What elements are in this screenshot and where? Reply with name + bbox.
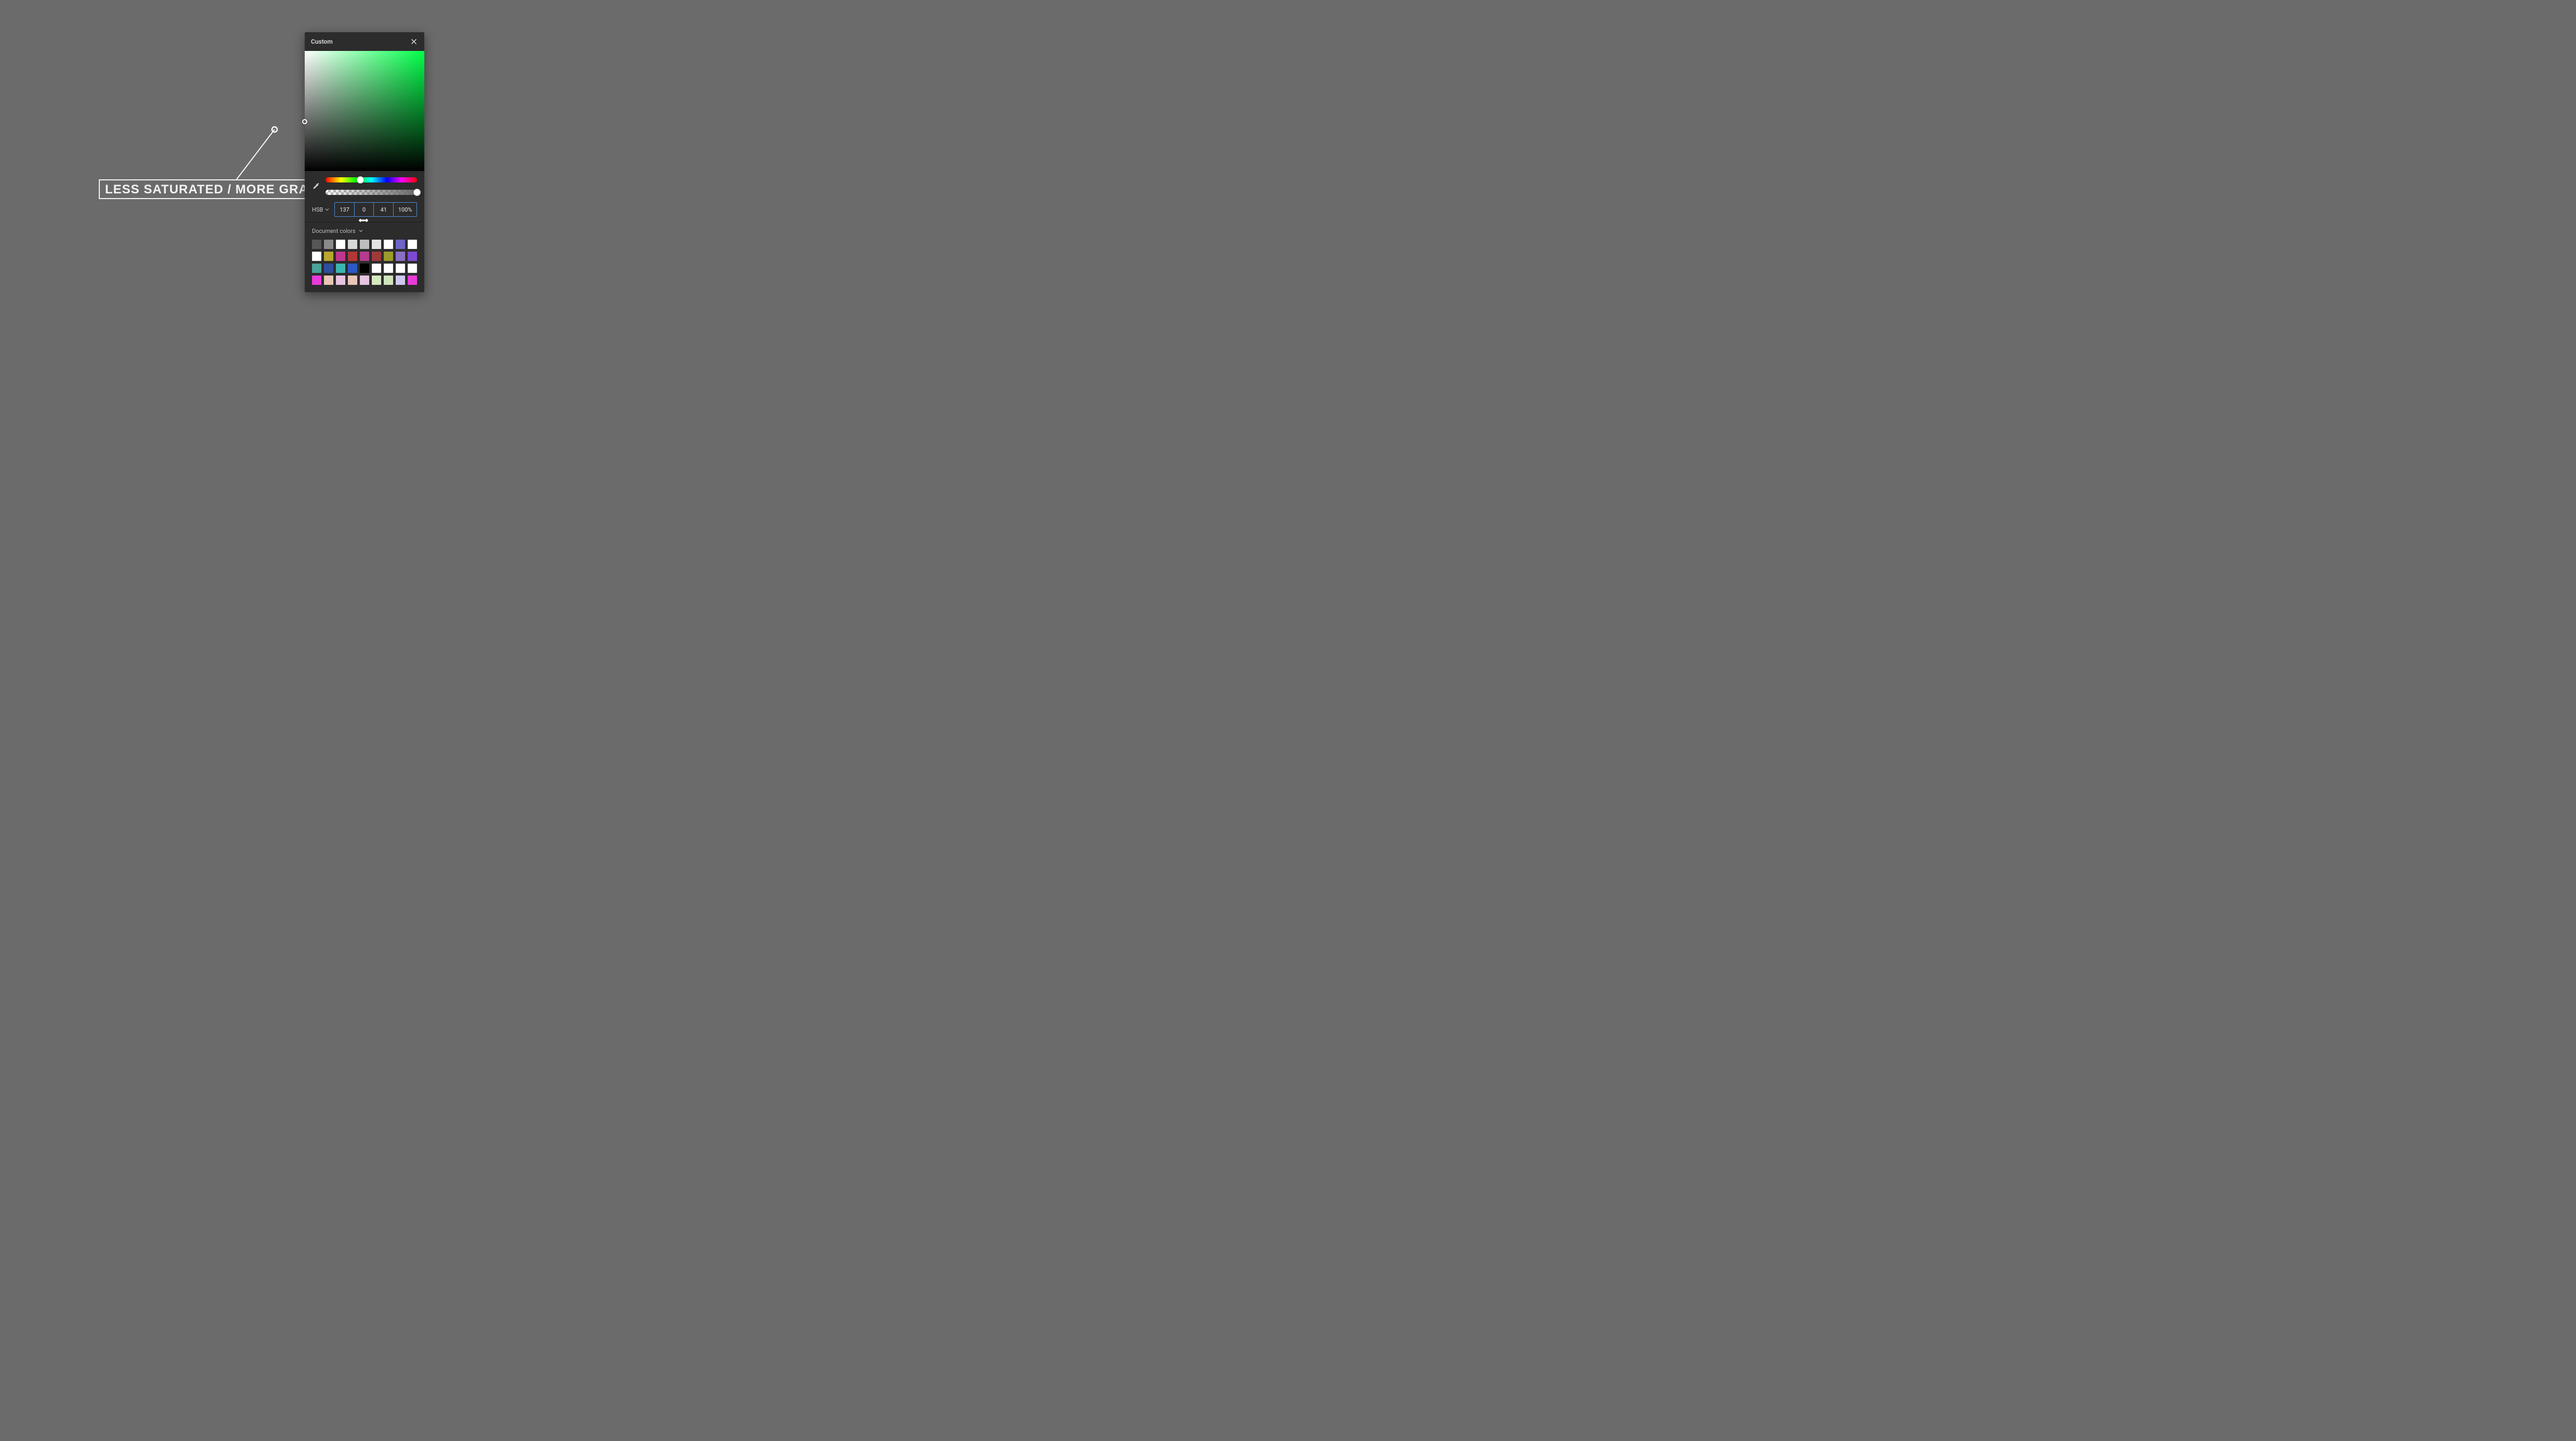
color-mode-label: HSB bbox=[312, 206, 323, 213]
alpha-slider[interactable] bbox=[326, 190, 417, 195]
hue-slider-handle[interactable] bbox=[357, 176, 364, 184]
document-colors-label: Document colors bbox=[312, 228, 356, 234]
swatch[interactable] bbox=[360, 252, 369, 261]
swatch[interactable] bbox=[408, 264, 417, 273]
swatch[interactable] bbox=[360, 264, 369, 273]
eyedropper-icon[interactable] bbox=[312, 182, 320, 190]
swatch[interactable] bbox=[312, 240, 321, 249]
swatch[interactable] bbox=[396, 252, 405, 261]
chevron-down-icon bbox=[325, 206, 329, 213]
brightness-input[interactable]: 41 bbox=[373, 203, 393, 216]
swatch[interactable] bbox=[324, 240, 333, 249]
swatch[interactable] bbox=[360, 276, 369, 285]
swatch[interactable] bbox=[324, 276, 333, 285]
panel-title: Custom bbox=[311, 38, 333, 45]
picker-controls: HSB 137 0 41 100% bbox=[305, 171, 424, 222]
hsb-input-group: 137 0 41 100% bbox=[334, 202, 417, 217]
swatch[interactable] bbox=[324, 264, 333, 273]
swatch[interactable] bbox=[384, 252, 393, 261]
swatch[interactable] bbox=[396, 264, 405, 273]
swatch[interactable] bbox=[336, 252, 345, 261]
swatch[interactable] bbox=[372, 276, 381, 285]
alpha-input[interactable]: 100% bbox=[393, 203, 417, 216]
swatch[interactable] bbox=[384, 240, 393, 249]
swatch[interactable] bbox=[372, 252, 381, 261]
swatch[interactable] bbox=[336, 276, 345, 285]
chevron-down-icon bbox=[359, 228, 363, 234]
swatch[interactable] bbox=[336, 264, 345, 273]
swatch[interactable] bbox=[336, 240, 345, 249]
sb-field-handle[interactable] bbox=[302, 119, 307, 124]
document-colors-toggle[interactable]: Document colors bbox=[312, 228, 417, 234]
swatch[interactable] bbox=[408, 276, 417, 285]
swatch[interactable] bbox=[360, 240, 369, 249]
swatch[interactable] bbox=[396, 276, 405, 285]
panel-header: Custom bbox=[305, 32, 424, 51]
hue-slider[interactable] bbox=[326, 177, 417, 182]
swatch[interactable] bbox=[408, 240, 417, 249]
swatch[interactable] bbox=[408, 252, 417, 261]
color-mode-dropdown[interactable]: HSB bbox=[312, 206, 329, 213]
swatch[interactable] bbox=[372, 240, 381, 249]
swatch[interactable] bbox=[348, 276, 357, 285]
swatch[interactable] bbox=[384, 276, 393, 285]
annotation-label: LESS SATURATED / MORE GRAY bbox=[99, 179, 322, 199]
swatch[interactable] bbox=[312, 276, 321, 285]
close-icon[interactable] bbox=[410, 37, 418, 46]
color-picker-panel: Custom bbox=[305, 32, 424, 292]
hue-input[interactable]: 137 bbox=[335, 203, 354, 216]
alpha-slider-handle[interactable] bbox=[413, 189, 421, 196]
swatch[interactable] bbox=[312, 264, 321, 273]
swatch[interactable] bbox=[348, 264, 357, 273]
saturation-brightness-field[interactable] bbox=[305, 51, 424, 171]
swatch[interactable] bbox=[324, 252, 333, 261]
swatch-grid bbox=[312, 240, 417, 285]
swatch[interactable] bbox=[396, 240, 405, 249]
swatch[interactable] bbox=[372, 264, 381, 273]
swatch[interactable] bbox=[312, 252, 321, 261]
saturation-input[interactable]: 0 bbox=[354, 203, 374, 216]
swatch[interactable] bbox=[348, 252, 357, 261]
swatch[interactable] bbox=[348, 240, 357, 249]
swatch[interactable] bbox=[384, 264, 393, 273]
